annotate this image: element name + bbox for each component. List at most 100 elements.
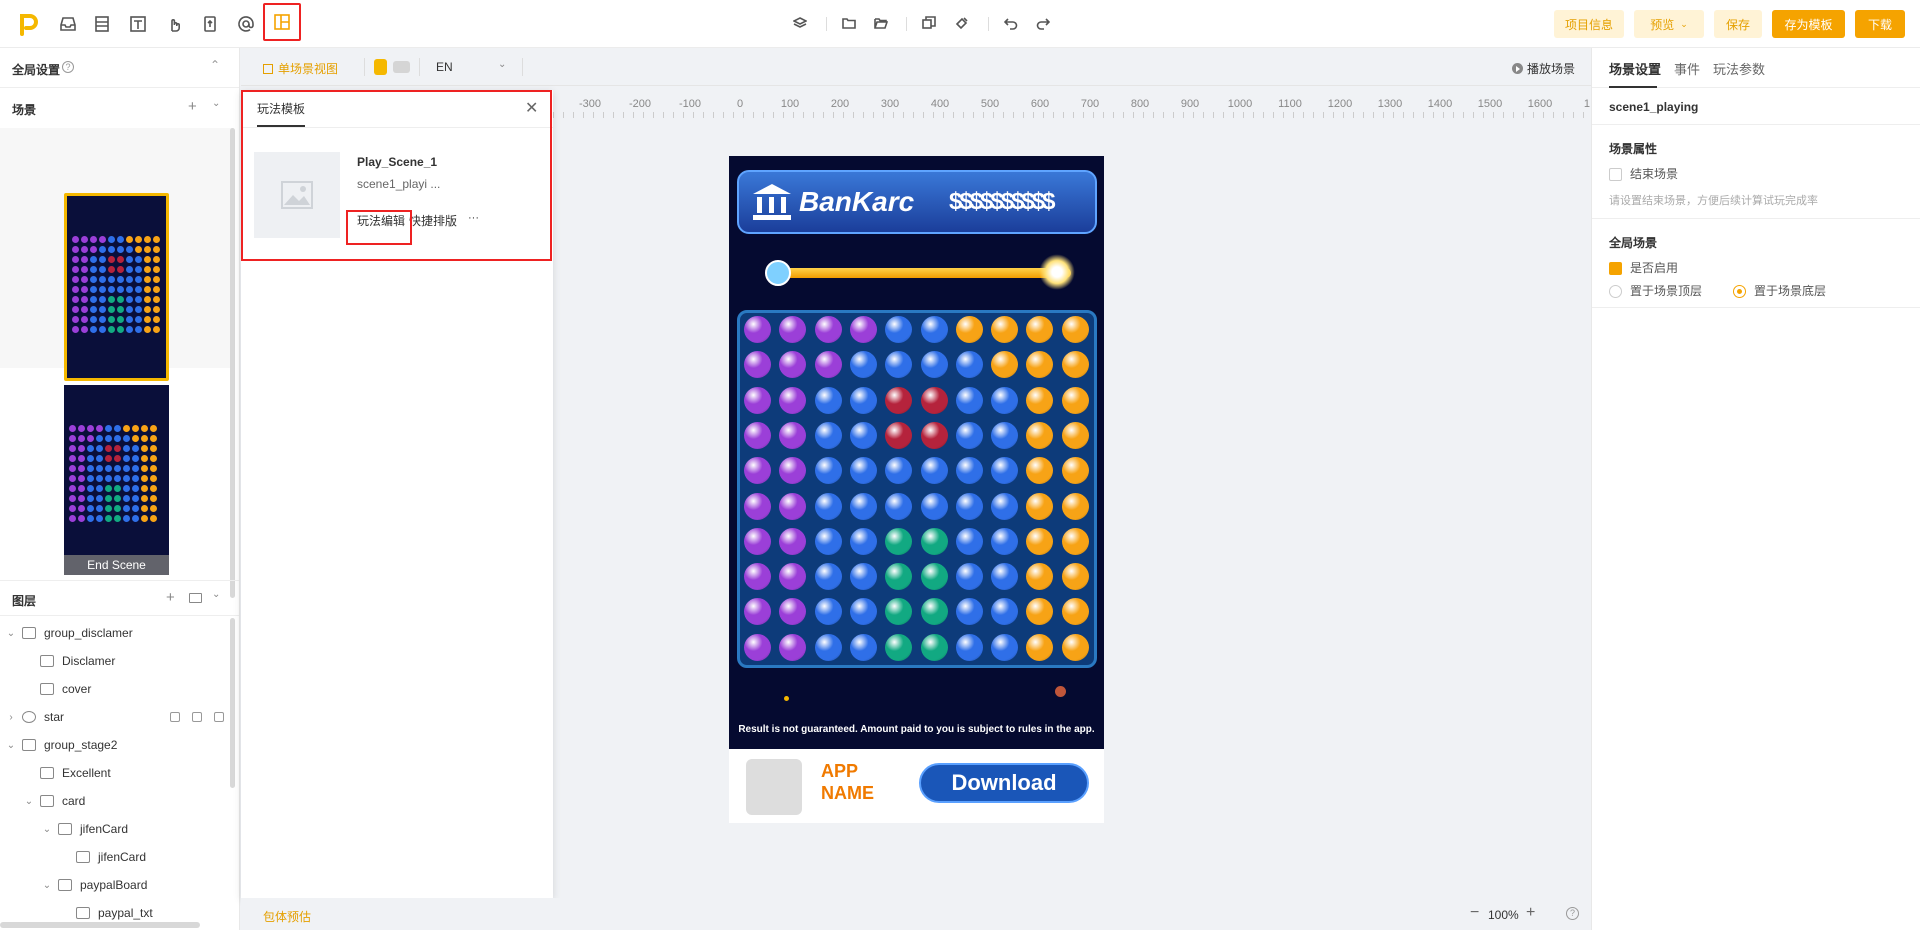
help-icon[interactable]: ? — [1566, 907, 1579, 920]
ball[interactable] — [814, 316, 842, 343]
lightning-icon[interactable] — [214, 712, 224, 722]
ball[interactable] — [744, 563, 771, 591]
layer-item[interactable]: ⌄ card — [0, 787, 232, 815]
ball[interactable] — [849, 386, 877, 414]
ball[interactable] — [814, 527, 842, 555]
paint-icon[interactable] — [955, 16, 971, 32]
ball[interactable] — [1026, 316, 1054, 343]
single-view-button[interactable]: 单场景视图 — [263, 60, 338, 77]
ball[interactable] — [779, 457, 807, 485]
ball[interactable] — [1061, 316, 1089, 343]
ball[interactable] — [1026, 492, 1054, 520]
ball[interactable] — [885, 563, 913, 591]
chevron-right-icon[interactable]: › — [6, 712, 16, 723]
zoom-out-icon[interactable]: − — [1470, 904, 1479, 922]
ball[interactable] — [955, 527, 983, 555]
ball[interactable] — [1026, 457, 1054, 485]
landscape-toggle[interactable] — [393, 61, 410, 73]
ball[interactable] — [920, 527, 948, 555]
text-tool-icon[interactable] — [126, 12, 150, 36]
ball[interactable] — [885, 421, 913, 449]
ball[interactable] — [885, 351, 913, 379]
zoom-level[interactable]: 100% — [1488, 908, 1519, 922]
ball[interactable] — [779, 421, 807, 449]
ball[interactable] — [849, 598, 877, 626]
package-estimate-link[interactable]: 包体预估 — [263, 908, 311, 925]
ball[interactable] — [885, 492, 913, 520]
ball[interactable] — [920, 633, 948, 661]
top-layer-option[interactable]: 置于场景顶层 — [1609, 282, 1702, 299]
ball[interactable] — [955, 421, 983, 449]
tab-events[interactable]: 事件 — [1674, 59, 1700, 78]
chevron-down-icon[interactable]: ⌄ — [6, 740, 16, 751]
ball[interactable] — [991, 421, 1019, 449]
enable-checkbox[interactable] — [1609, 262, 1622, 276]
ball[interactable] — [849, 351, 877, 379]
save-button[interactable]: 保存 — [1714, 10, 1762, 38]
ball[interactable] — [885, 527, 913, 555]
tab-scene-settings[interactable]: 场景设置 — [1609, 59, 1661, 78]
ball[interactable] — [744, 386, 771, 414]
ball[interactable] — [920, 492, 948, 520]
play-scene-button[interactable]: 播放场景 — [1512, 60, 1575, 77]
ball[interactable] — [885, 316, 913, 343]
ball[interactable] — [744, 421, 771, 449]
ball[interactable] — [779, 633, 807, 661]
horizontal-scrollbar[interactable] — [0, 922, 200, 928]
ball[interactable] — [1061, 351, 1089, 379]
ball[interactable] — [991, 457, 1019, 485]
portrait-toggle[interactable] — [374, 59, 387, 75]
ball[interactable] — [991, 527, 1019, 555]
ball[interactable] — [920, 351, 948, 379]
preview-button[interactable]: 预览 ⌄ — [1634, 10, 1704, 38]
ball[interactable] — [991, 563, 1019, 591]
ball[interactable] — [849, 492, 877, 520]
add-scene-icon[interactable]: + — [188, 98, 197, 115]
language-select[interactable]: EN ⌄ — [436, 59, 516, 74]
ball[interactable] — [744, 457, 771, 485]
layer-item[interactable]: › star — [0, 703, 232, 731]
ball[interactable] — [779, 598, 807, 626]
ball[interactable] — [885, 598, 913, 626]
app-download-button[interactable]: Download — [919, 763, 1089, 803]
layer-item[interactable]: ⌄ paypalBoard — [0, 871, 232, 899]
ball[interactable] — [779, 386, 807, 414]
ball[interactable] — [744, 598, 771, 626]
tab-template[interactable]: 玩法模板 — [257, 100, 305, 117]
end-scene-thumbnail[interactable]: End Scene — [64, 385, 169, 575]
layer-item[interactable]: ⌄ jifenCard — [0, 815, 232, 843]
ball[interactable] — [849, 563, 877, 591]
ball[interactable] — [920, 563, 948, 591]
gesture-icon[interactable] — [162, 12, 186, 36]
ball[interactable] — [991, 386, 1019, 414]
layers-scrollbar[interactable] — [230, 618, 235, 788]
ball[interactable] — [1026, 598, 1054, 626]
undo-icon[interactable] — [1003, 16, 1020, 32]
ball[interactable] — [920, 316, 948, 343]
chevron-down-icon[interactable]: ⌄ — [212, 589, 220, 600]
ball[interactable] — [814, 598, 842, 626]
ball[interactable] — [955, 316, 983, 343]
layer-item[interactable]: ⌄ group_stage2 — [0, 731, 232, 759]
top-layer-radio[interactable] — [1609, 285, 1622, 299]
ball[interactable] — [1026, 421, 1054, 449]
ball[interactable] — [814, 421, 842, 449]
layout-icon[interactable] — [90, 12, 114, 36]
ball[interactable] — [955, 598, 983, 626]
lock-icon[interactable] — [170, 712, 180, 722]
ball[interactable] — [955, 563, 983, 591]
folder-icon[interactable] — [842, 16, 858, 32]
phone-preview[interactable]: BanKarc $$$$$$$$$$ Result is not guarant… — [729, 156, 1104, 823]
inbox-icon[interactable] — [56, 12, 80, 36]
ball[interactable] — [920, 386, 948, 414]
play-edit-link[interactable]: 玩法编辑 — [357, 212, 405, 229]
help-icon[interactable]: ? — [62, 61, 74, 73]
ball[interactable] — [1061, 598, 1089, 626]
ball[interactable] — [1026, 527, 1054, 555]
ball[interactable] — [744, 351, 771, 379]
chevron-up-icon[interactable]: ⌃ — [210, 58, 220, 72]
ball[interactable] — [814, 563, 842, 591]
layer-item[interactable]: cover — [0, 675, 232, 703]
redo-icon[interactable] — [1036, 16, 1052, 32]
ball[interactable] — [1026, 563, 1054, 591]
